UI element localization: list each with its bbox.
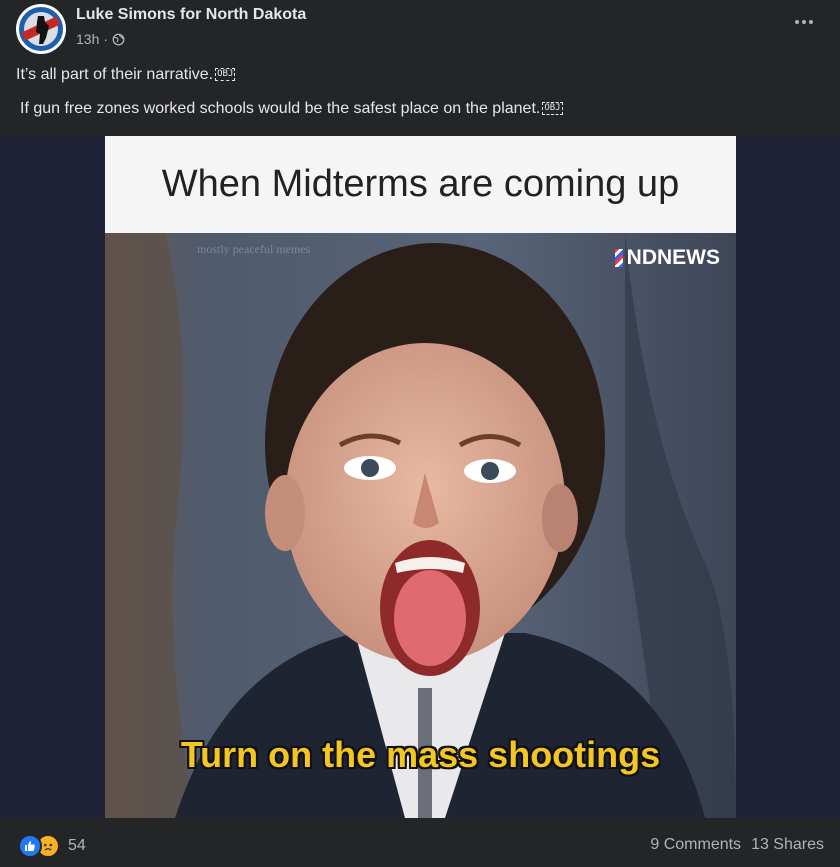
engagement-stats: 9 Comments 13 Shares	[650, 836, 824, 854]
more-dot	[795, 20, 799, 24]
post-text-line-2: If gun free zones worked schools would b…	[20, 100, 563, 118]
reactions-summary[interactable]: 54	[18, 834, 86, 858]
ndnews-label: NDNEWS	[626, 246, 720, 269]
post-time[interactable]: 13h	[76, 31, 99, 47]
reaction-count: 54	[68, 837, 86, 854]
post-header: Luke Simons for North Dakota 13h ·	[0, 0, 840, 60]
meme-photo	[105, 233, 736, 818]
page-name[interactable]: Luke Simons for North Dakota	[76, 6, 306, 24]
shares-link[interactable]: 13 Shares	[751, 836, 824, 854]
post-footer: 54 9 Comments 13 Shares	[0, 818, 840, 867]
more-dot	[809, 20, 813, 24]
post-meta: 13h ·	[76, 31, 125, 47]
more-options-button[interactable]	[792, 10, 816, 34]
meme-top-banner: When Midterms are coming up	[105, 136, 736, 233]
barber-pole-icon	[614, 249, 623, 267]
like-icon	[18, 834, 42, 858]
meta-separator: ·	[103, 31, 109, 47]
page-avatar[interactable]	[16, 4, 66, 54]
avatar-logo-icon	[17, 5, 65, 53]
meme-top-text: When Midterms are coming up	[161, 163, 680, 205]
post-text: If gun free zones worked schools would b…	[20, 100, 541, 117]
globe-icon	[112, 33, 125, 45]
thumbs-up-glyph	[25, 841, 35, 851]
meme-watermark: mostly peaceful memes	[197, 242, 311, 256]
meme-image[interactable]: When Midterms are coming up mostly peace…	[105, 136, 736, 818]
obj-glyph: OBJ	[215, 68, 236, 81]
ndnews-logo: NDNEWS	[614, 246, 720, 270]
comments-link[interactable]: 9 Comments	[650, 836, 741, 854]
obj-glyph: OBJ	[542, 102, 563, 115]
more-dot	[802, 20, 806, 24]
post-text-line-1: It’s all part of their narrative. OBJ	[16, 66, 236, 84]
post-media[interactable]: When Midterms are coming up mostly peace…	[0, 136, 840, 818]
sad-face-glyph	[43, 843, 53, 851]
meme-caption: Turn on the mass shootings	[180, 734, 661, 775]
post-text: It’s all part of their narrative.	[16, 66, 214, 83]
